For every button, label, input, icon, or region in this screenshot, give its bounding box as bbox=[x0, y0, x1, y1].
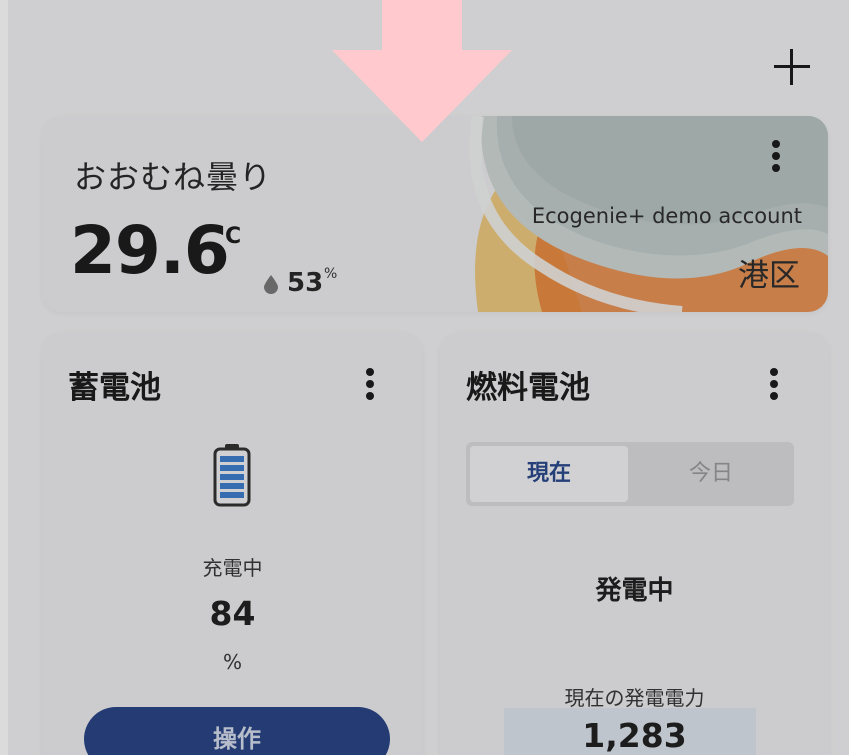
plus-icon[interactable] bbox=[764, 38, 820, 94]
screen: おおむね曇り 29.6 °C 53 % Ecogenie+ demo accou… bbox=[0, 0, 849, 755]
power-value: 1,283 bbox=[582, 716, 687, 755]
weather-card[interactable]: おおむね曇り 29.6 °C 53 % Ecogenie+ demo accou… bbox=[42, 116, 828, 312]
fuel-cell-more-vertical-icon[interactable] bbox=[762, 362, 786, 406]
generation-status: 発電中 bbox=[595, 576, 674, 606]
battery-icon bbox=[213, 444, 251, 507]
dashboard: おおむね曇り 29.6 °C 53 % Ecogenie+ demo accou… bbox=[8, 0, 849, 755]
operate-button[interactable]: 操作 bbox=[84, 707, 390, 755]
temperature-unit: °C bbox=[214, 224, 242, 249]
tab-today[interactable]: 今日 bbox=[632, 446, 790, 502]
fuel-cell-card[interactable]: 燃料電池 現在 今日 発電中 現在の発電電力 1,283 bbox=[440, 332, 829, 755]
battery-level: 84 bbox=[209, 594, 256, 633]
water-drop-icon bbox=[264, 275, 278, 294]
location-name: 港区 bbox=[738, 258, 800, 294]
weather-more-vertical-icon[interactable] bbox=[764, 134, 788, 178]
battery-more-vertical-icon[interactable] bbox=[358, 362, 382, 406]
period-segmented-control: 現在 今日 bbox=[466, 442, 794, 506]
battery-level-unit: % bbox=[222, 650, 242, 674]
power-label: 現在の発電電力 bbox=[564, 686, 705, 710]
tab-now[interactable]: 現在 bbox=[470, 446, 628, 502]
weather-condition: おおむね曇り bbox=[74, 158, 273, 196]
fuel-cell-card-title: 燃料電池 bbox=[466, 370, 590, 406]
battery-card-title: 蓄電池 bbox=[68, 370, 161, 406]
temperature-value: 29.6 bbox=[70, 212, 230, 289]
account-name: Ecogenie+ demo account bbox=[531, 204, 802, 228]
humidity-unit: % bbox=[324, 266, 338, 282]
humidity-value: 53 bbox=[287, 268, 324, 298]
battery-card[interactable]: 蓄電池 充電中 84 % 操作 bbox=[42, 332, 423, 755]
battery-status: 充電中 bbox=[202, 556, 263, 580]
